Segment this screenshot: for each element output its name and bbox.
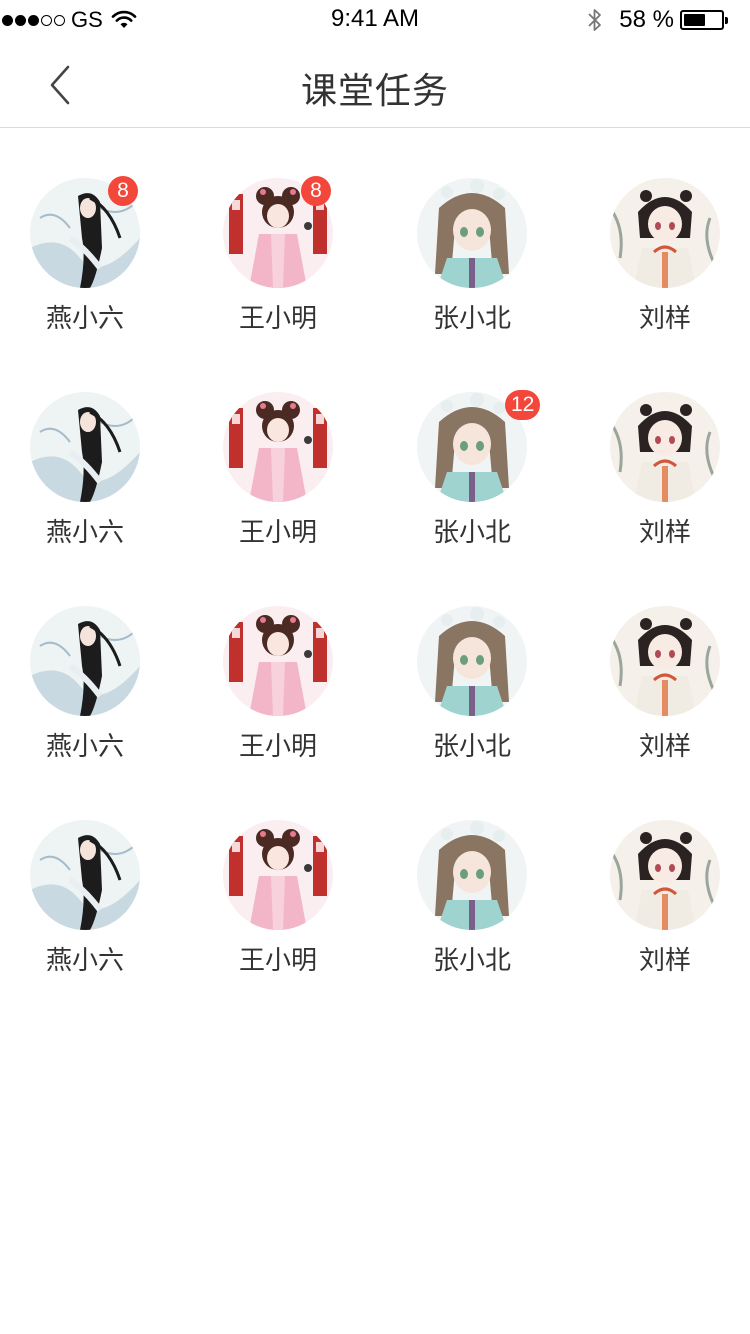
student-name: 张小北 [432,304,511,334]
student-name: 刘样 [638,946,691,976]
student-item[interactable]: 刘样 [595,606,735,763]
student-name: 张小北 [432,732,511,762]
student-name: 燕小六 [45,946,124,976]
student-item[interactable]: 燕小六 [15,606,155,763]
avatar [610,392,720,502]
avatar [417,820,527,930]
battery-percent: 58 % [619,6,674,33]
battery-icon [680,10,728,30]
student-item[interactable]: 刘样 [595,392,735,549]
avatar [30,392,140,502]
unread-badge: 8 [108,176,138,206]
avatar [223,606,333,716]
student-item[interactable]: 王小明 [208,392,348,549]
student-name: 燕小六 [45,304,124,334]
student-item[interactable]: 张小北 [402,606,542,763]
student-item[interactable]: 张小北 [402,820,542,977]
unread-badge: 8 [301,176,331,206]
avatar [610,820,720,930]
student-name: 刘样 [638,518,691,548]
page-title: 课堂任务 [300,71,449,112]
battery-level [684,14,705,26]
avatar [417,178,527,288]
student-item[interactable]: 燕小六 [15,392,155,549]
student-item[interactable]: 燕小六 [15,820,155,977]
avatar [30,606,140,716]
student-item[interactable]: 12 张小北 [402,390,542,549]
student-item[interactable]: 8 燕小六 [15,176,155,335]
avatar [610,606,720,716]
student-item[interactable]: 王小明 [208,606,348,763]
avatar [417,606,527,716]
status-bar: GS 9:41 AM 58 % [0,0,750,40]
student-name: 张小北 [432,946,511,976]
status-bar-right: 58 % [587,6,728,34]
avatar [30,820,140,930]
student-name: 燕小六 [45,518,124,548]
student-item[interactable]: 王小明 [208,820,348,977]
student-name: 刘样 [638,304,691,334]
student-name: 张小北 [432,518,511,548]
student-name: 王小明 [238,732,317,762]
avatar [610,178,720,288]
student-item[interactable]: 张小北 [402,178,542,335]
bluetooth-icon [588,9,602,31]
unread-badge: 12 [505,390,541,420]
avatar [223,820,333,930]
nav-bar: 课堂任务 [0,40,750,128]
avatar [223,392,333,502]
student-name: 燕小六 [45,732,124,762]
student-item[interactable]: 8 王小明 [208,176,348,335]
student-name: 刘样 [638,732,691,762]
student-item[interactable]: 刘样 [595,820,735,977]
student-item[interactable]: 刘样 [595,178,735,335]
student-name: 王小明 [238,304,317,334]
student-name: 王小明 [238,946,317,976]
student-name: 王小明 [238,518,317,548]
